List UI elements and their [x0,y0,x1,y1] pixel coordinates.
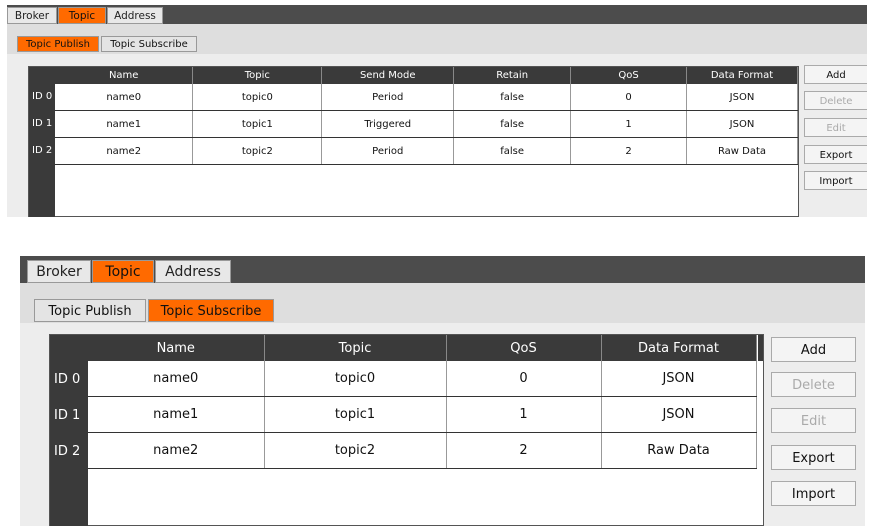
import-button[interactable]: Import [771,481,856,506]
publish-table-container: ID 0 ID 1 ID 2 Name Topic Send Mode Reta… [28,66,799,217]
cell-name[interactable]: name1 [88,396,265,433]
column-header-topic[interactable]: Topic [264,335,447,361]
table-row[interactable]: name0 topic0 0 JSON [88,361,757,397]
cell-qos[interactable]: 2 [446,432,602,469]
cell-topic[interactable]: topic0 [264,361,447,397]
row-id-column: ID 0 ID 1 ID 2 [50,335,88,526]
tab-address[interactable]: Address [107,7,163,24]
cell-qos[interactable]: 0 [446,361,602,397]
cell-data-format[interactable]: JSON [686,84,798,111]
edit-button[interactable]: Edit [804,118,867,137]
row-id: ID 1 [54,408,81,423]
column-header-name[interactable]: Name [55,67,194,84]
main-tab-bar: Broker Topic Address [20,256,865,283]
table-header-row: Name Topic QoS Data Format [88,335,757,361]
table-row[interactable]: name0 topic0 Period false 0 JSON [55,84,798,111]
cell-name[interactable]: name1 [55,110,194,138]
cell-retain[interactable]: false [453,137,572,165]
delete-button[interactable]: Delete [804,91,867,110]
column-header-send-mode[interactable]: Send Mode [321,67,455,84]
publish-table: Name Topic Send Mode Retain QoS Data For… [55,67,798,165]
cell-send-mode[interactable]: Triggered [321,110,455,138]
column-header-topic[interactable]: Topic [192,67,323,84]
cell-name[interactable]: name0 [55,84,194,111]
cell-retain[interactable]: false [453,110,572,138]
row-id: ID 1 [32,118,53,129]
add-button[interactable]: Add [804,65,867,84]
cell-name[interactable]: name2 [88,432,265,469]
cell-topic[interactable]: topic1 [192,110,323,138]
cell-data-format[interactable]: Raw Data [601,432,757,469]
cell-qos[interactable]: 0 [570,84,688,111]
row-id-column: ID 0 ID 1 ID 2 [29,67,55,217]
cell-name[interactable]: name0 [88,361,265,397]
column-header-data-format[interactable]: Data Format [601,335,757,361]
tab-topic[interactable]: Topic [58,7,106,24]
edit-button[interactable]: Edit [771,408,856,433]
table-row[interactable]: name2 topic2 Period false 2 Raw Data [55,137,798,165]
cell-data-format[interactable]: JSON [686,110,798,138]
cell-send-mode[interactable]: Period [321,137,455,165]
subtab-topic-subscribe[interactable]: Topic Subscribe [148,299,274,322]
sub-tab-bar: Topic Publish Topic Subscribe [7,24,867,54]
cell-send-mode[interactable]: Period [321,84,455,111]
vertical-scrollbar[interactable] [758,335,763,361]
row-id: ID 0 [54,372,81,387]
subtab-topic-publish[interactable]: Topic Publish [17,36,99,52]
tab-topic[interactable]: Topic [92,260,154,283]
cell-qos[interactable]: 1 [570,110,688,138]
tab-broker[interactable]: Broker [27,260,91,283]
cell-retain[interactable]: false [453,84,572,111]
import-button[interactable]: Import [804,171,867,190]
cell-topic[interactable]: topic0 [192,84,323,111]
row-id: ID 2 [32,145,53,156]
table-row[interactable]: name1 topic1 Triggered false 1 JSON [55,110,798,138]
cell-data-format[interactable]: JSON [601,396,757,433]
subtab-topic-publish[interactable]: Topic Publish [34,299,146,322]
export-button[interactable]: Export [771,445,856,470]
cell-topic[interactable]: topic2 [192,137,323,165]
column-header-data-format[interactable]: Data Format [686,67,798,84]
cell-name[interactable]: name2 [55,137,194,165]
cell-data-format[interactable]: JSON [601,361,757,397]
column-header-qos[interactable]: QoS [570,67,688,84]
column-header-qos[interactable]: QoS [446,335,602,361]
table-row[interactable]: name2 topic2 2 Raw Data [88,432,757,469]
sub-tab-bar: Topic Publish Topic Subscribe [20,283,865,323]
row-id: ID 0 [32,91,53,102]
export-button[interactable]: Export [804,145,867,164]
topic-publish-panel: Broker Topic Address Topic Publish Topic… [7,5,867,217]
cell-qos[interactable]: 1 [446,396,602,433]
subscribe-table: Name Topic QoS Data Format name0 topic0 … [88,335,757,469]
column-header-retain[interactable]: Retain [453,67,572,84]
tab-broker[interactable]: Broker [7,7,57,24]
cell-topic[interactable]: topic2 [264,432,447,469]
row-id: ID 2 [54,444,81,459]
table-row[interactable]: name1 topic1 1 JSON [88,396,757,433]
cell-topic[interactable]: topic1 [264,396,447,433]
tab-address[interactable]: Address [155,260,231,283]
add-button[interactable]: Add [771,337,856,362]
delete-button[interactable]: Delete [771,372,856,397]
table-header-row: Name Topic Send Mode Retain QoS Data For… [55,67,798,84]
cell-data-format[interactable]: Raw Data [686,137,798,165]
main-tab-bar: Broker Topic Address [7,5,867,24]
column-header-name[interactable]: Name [88,335,265,361]
subtab-topic-subscribe[interactable]: Topic Subscribe [101,36,197,52]
topic-subscribe-panel: Broker Topic Address Topic Publish Topic… [20,256,865,526]
subscribe-table-container: ID 0 ID 1 ID 2 Name Topic QoS Data Forma… [49,334,764,526]
cell-qos[interactable]: 2 [570,137,688,165]
